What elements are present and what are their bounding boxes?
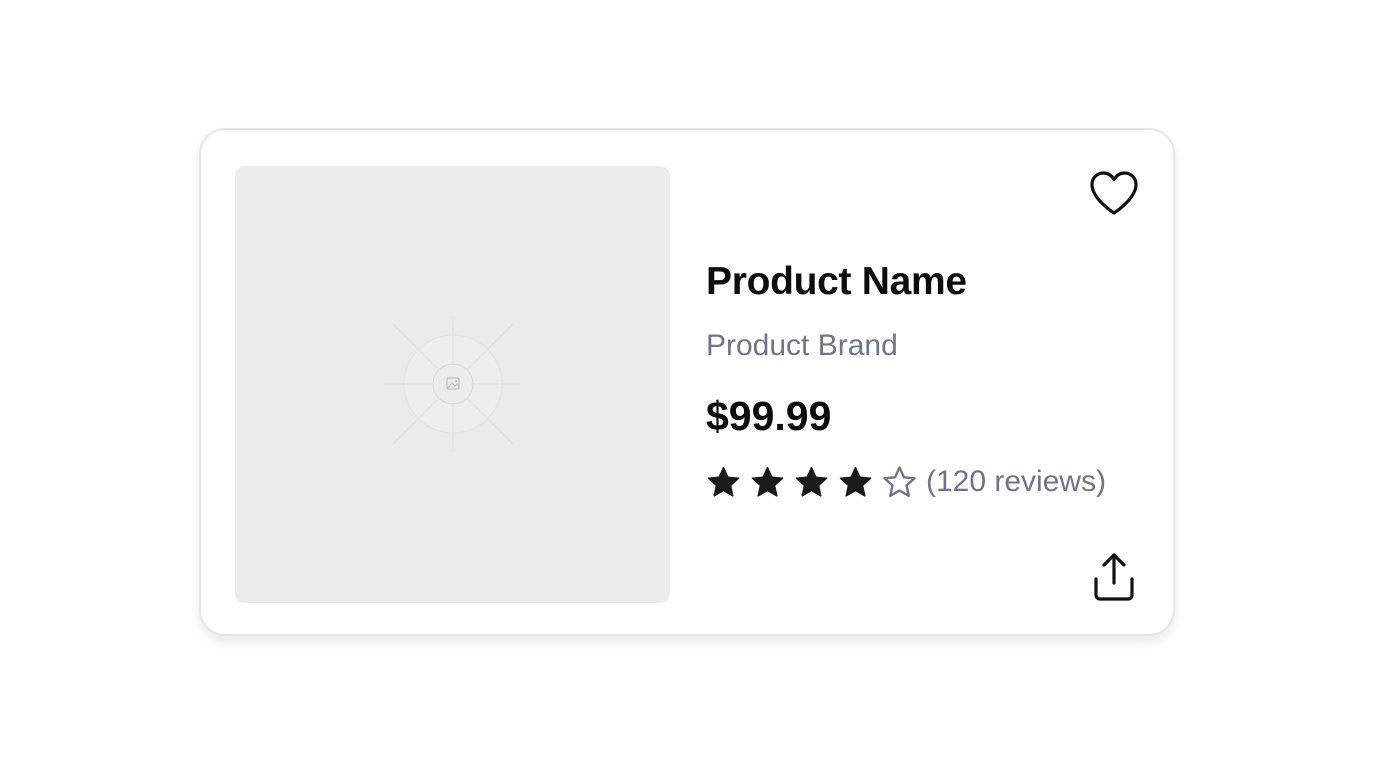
favorite-button[interactable] (1087, 166, 1141, 220)
heart-icon (1090, 171, 1138, 215)
product-info: Product Name Product Brand $99.99 (120 r… (706, 258, 1146, 502)
product-image (235, 166, 670, 603)
image-placeholder-icon (385, 316, 521, 452)
star-outline-icon (883, 465, 916, 497)
product-price: $99.99 (706, 393, 832, 439)
product-name: Product Name (706, 260, 967, 303)
rating-stars (706, 465, 926, 500)
product-brand: Product Brand (706, 329, 898, 362)
star-filled-icon (839, 466, 872, 497)
product-rating: (120 reviews) (706, 462, 1146, 502)
star-filled-icon (707, 466, 740, 497)
share-icon (1094, 553, 1134, 601)
star-filled-icon (751, 466, 784, 497)
reviews-count[interactable]: (120 reviews) (926, 464, 1106, 500)
share-button[interactable] (1089, 550, 1139, 604)
product-card: Product Name Product Brand $99.99 (120 r… (199, 128, 1175, 636)
star-filled-icon (795, 466, 828, 497)
